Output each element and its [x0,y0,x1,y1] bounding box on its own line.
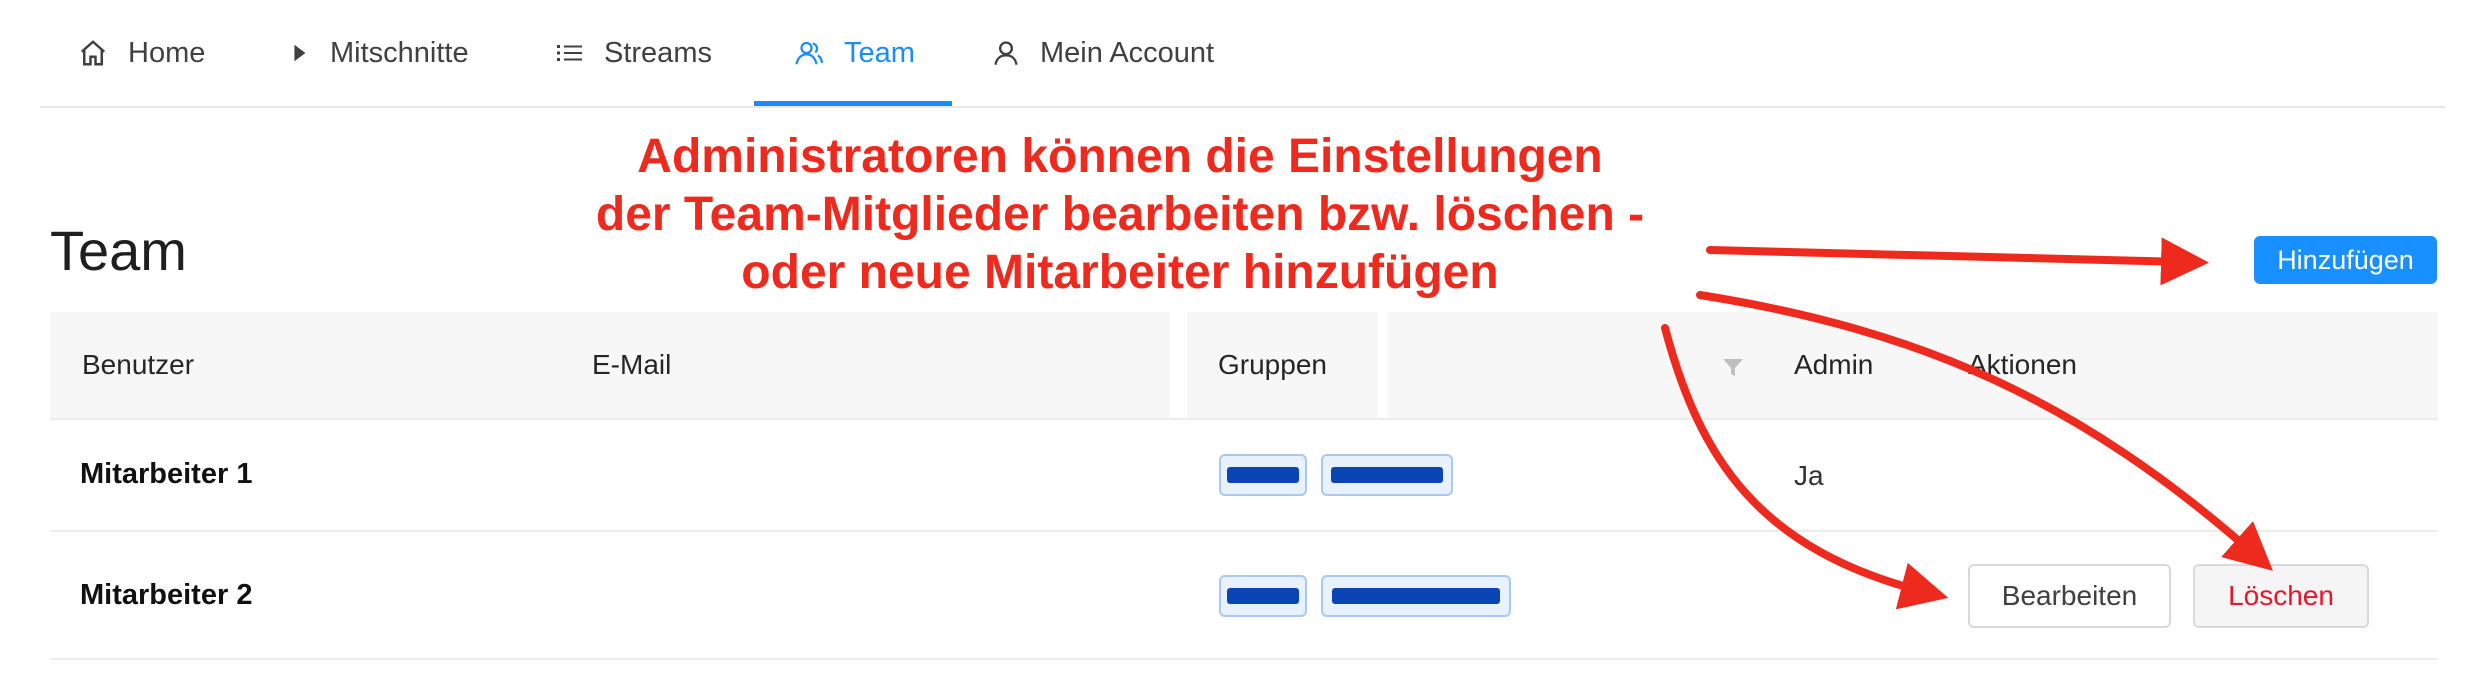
arrow-to-edit-button [1661,324,1949,610]
annotation-arrows [1661,237,2273,610]
arrow-to-delete-button [1696,291,2273,571]
arrow-to-add-button [1706,237,2209,286]
